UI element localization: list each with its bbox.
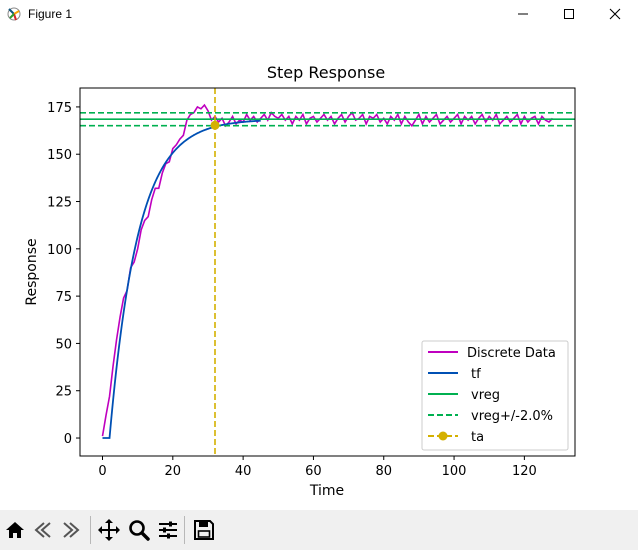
x-tick-label: 80 bbox=[375, 464, 392, 479]
x-tick-label: 120 bbox=[512, 464, 537, 479]
navigation-toolbar bbox=[0, 510, 638, 550]
y-tick-label: 100 bbox=[47, 243, 72, 258]
toolbar-separator bbox=[90, 516, 91, 544]
save-icon bbox=[194, 520, 214, 540]
series-tf bbox=[102, 119, 261, 439]
y-tick-label: 25 bbox=[55, 385, 72, 400]
forward-icon bbox=[63, 522, 80, 538]
x-axis-label: Time bbox=[309, 483, 344, 499]
matplotlib-icon bbox=[6, 6, 22, 22]
window-titlebar: Figure 1 bbox=[0, 0, 638, 28]
y-axis-label: Response bbox=[24, 238, 40, 305]
configure-subplots-icon bbox=[159, 521, 177, 539]
close-icon bbox=[609, 8, 621, 20]
zoom-icon bbox=[129, 520, 150, 541]
x-tick-label: 100 bbox=[442, 464, 467, 479]
save-button[interactable] bbox=[191, 517, 217, 543]
back-button[interactable] bbox=[30, 517, 56, 543]
pan-button[interactable] bbox=[96, 517, 122, 543]
figure-canvas: Step Response 0 20 40 60 80 100 120 0 25 50 75 100 1… bbox=[0, 28, 638, 510]
maximize-button[interactable] bbox=[546, 0, 592, 28]
legend: Discrete Data tf vreg vreg+/-2.0% ta bbox=[421, 340, 569, 451]
y-tick-label: 0 bbox=[64, 432, 72, 447]
y-tick-label: 50 bbox=[55, 337, 72, 352]
home-icon bbox=[6, 522, 24, 538]
x-tick-label: 20 bbox=[165, 464, 182, 479]
legend-label-tf: tf bbox=[471, 367, 481, 382]
back-icon bbox=[34, 522, 51, 538]
legend-label-vreg-band: vreg+/-2.0% bbox=[471, 409, 553, 424]
legend-marker-ta bbox=[438, 431, 448, 441]
window-title: Figure 1 bbox=[28, 7, 73, 21]
forward-button[interactable] bbox=[58, 517, 84, 543]
legend-label-discrete-data: Discrete Data bbox=[467, 346, 556, 361]
pan-icon bbox=[98, 519, 120, 541]
marker-ta bbox=[210, 120, 220, 130]
x-tick-label: 0 bbox=[98, 464, 106, 479]
toolbar-separator bbox=[184, 516, 185, 544]
y-tick-label: 125 bbox=[47, 196, 72, 211]
legend-label-ta: ta bbox=[471, 430, 484, 445]
y-tick-label: 75 bbox=[55, 290, 72, 305]
home-button[interactable] bbox=[2, 517, 28, 543]
maximize-icon bbox=[564, 9, 574, 19]
configure-subplots-button[interactable] bbox=[155, 517, 181, 543]
step-response-chart: Step Response 0 20 40 60 80 100 120 0 25 50 75 100 1… bbox=[24, 63, 576, 499]
x-tick-label: 60 bbox=[305, 464, 322, 479]
close-button[interactable] bbox=[592, 0, 638, 28]
y-tick-label: 150 bbox=[47, 148, 72, 163]
minimize-button[interactable] bbox=[500, 0, 546, 28]
y-tick-label: 175 bbox=[47, 101, 72, 116]
minimize-icon bbox=[518, 13, 528, 15]
x-tick-label: 40 bbox=[235, 464, 252, 479]
chart-title: Step Response bbox=[267, 63, 385, 82]
zoom-button[interactable] bbox=[126, 517, 152, 543]
legend-label-vreg: vreg bbox=[471, 388, 500, 403]
